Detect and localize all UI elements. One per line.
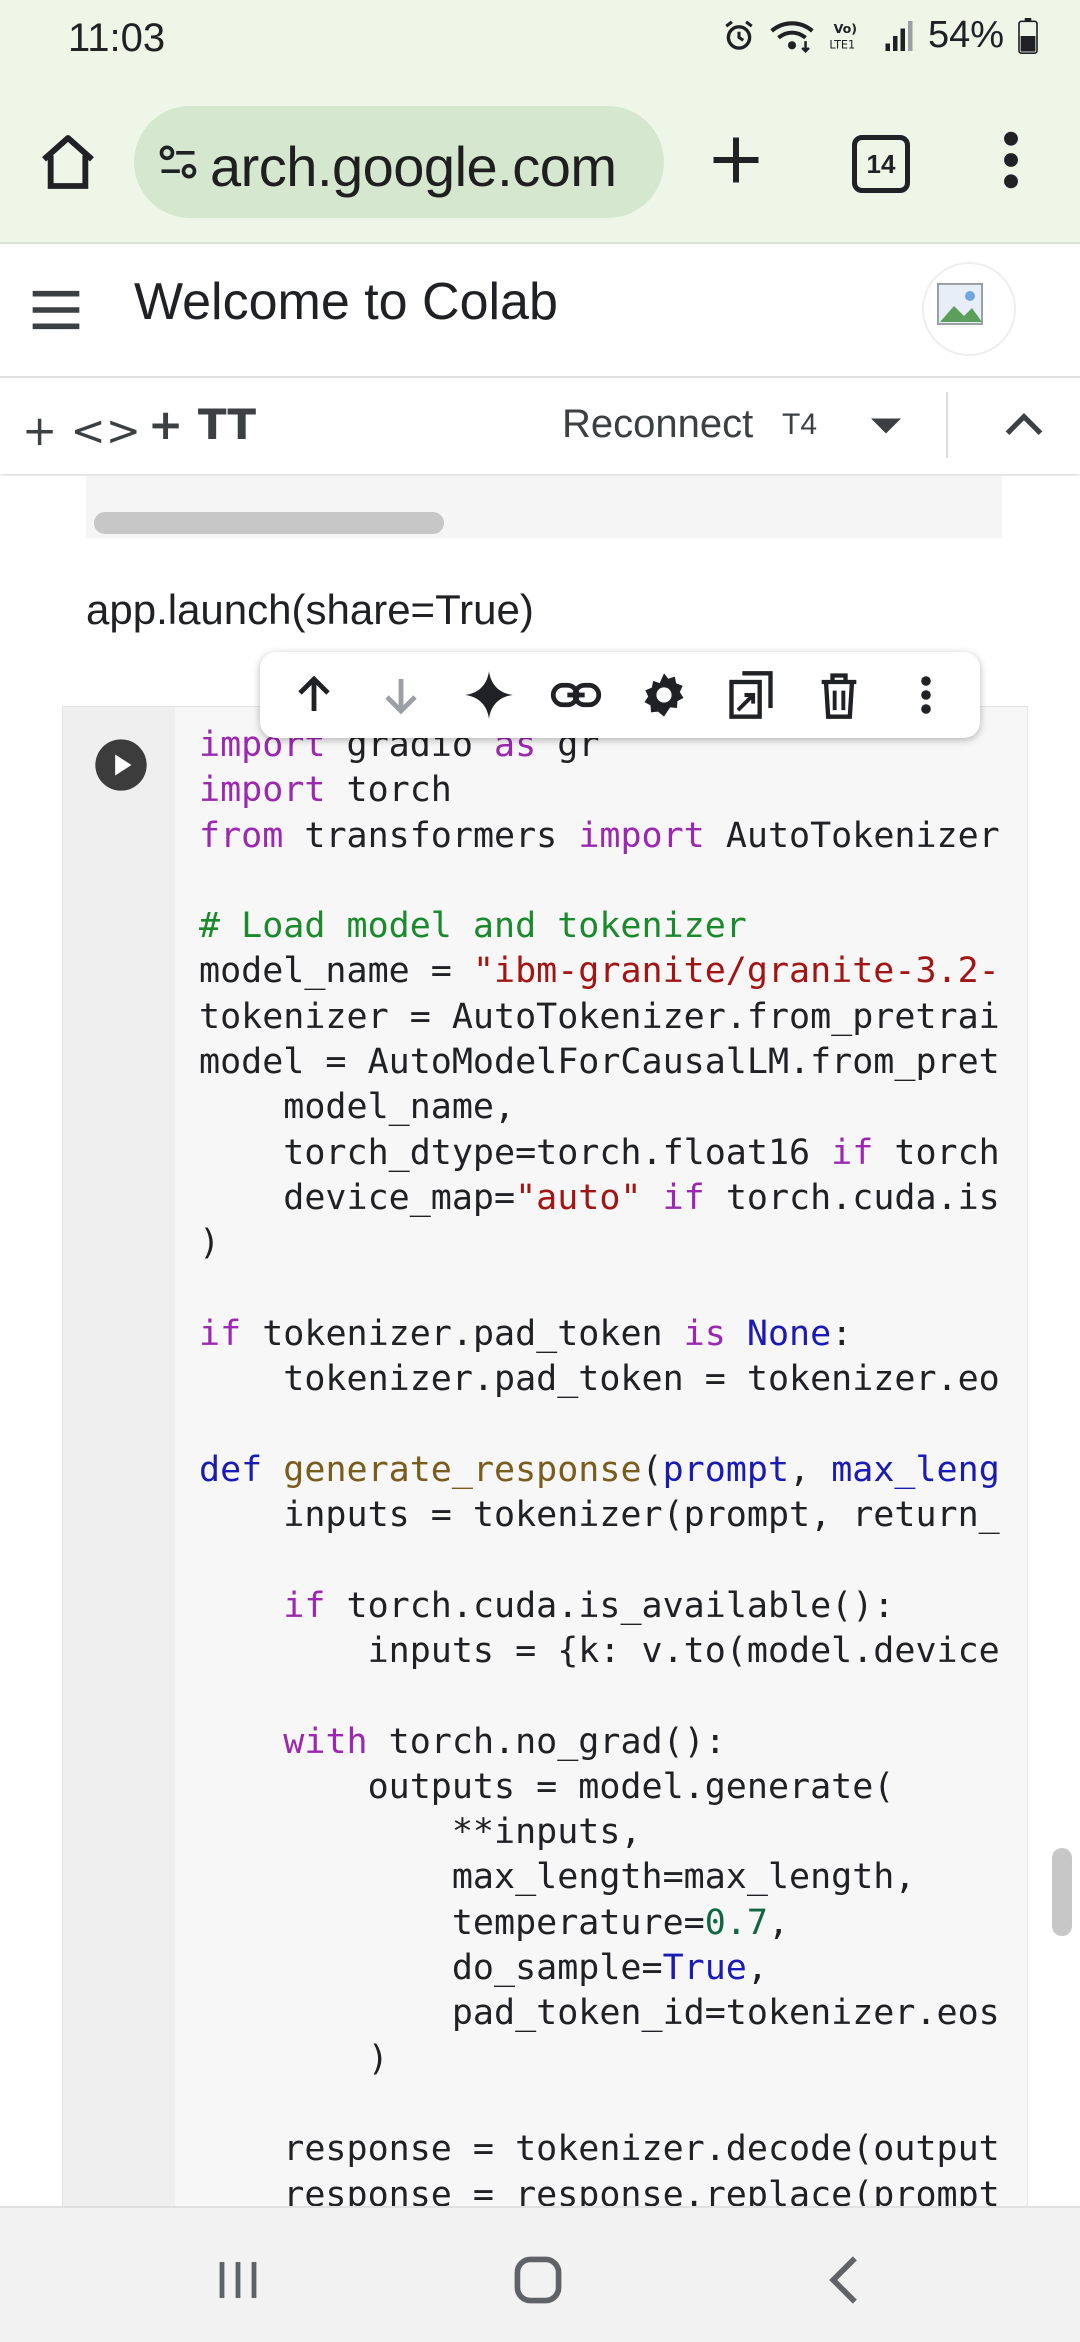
code-line: response = tokenizer.decode(output <box>199 2129 1000 2170</box>
notebook-area[interactable]: app.launch(share=True) import gradio as … <box>0 476 1080 2206</box>
volte-icon: Vo) LTE1 <box>828 19 870 53</box>
colab-toolbar: + <> + TT Reconnect T4 <box>0 378 1080 474</box>
alarm-icon <box>722 19 756 53</box>
add-code-cell-button[interactable]: + <> <box>22 406 141 455</box>
code-line: max_length=max_length, <box>199 1857 916 1898</box>
toolbar-divider <box>946 392 948 458</box>
code-line: inputs = tokenizer(prompt, return_ <box>199 1495 1000 1536</box>
code-editor[interactable]: import gradio as gr import torch from tr… <box>199 723 1027 2206</box>
menu-icon[interactable] <box>28 284 84 341</box>
avatar[interactable] <box>922 262 1016 356</box>
horizontal-scrollbar[interactable] <box>94 512 444 534</box>
svg-text:LTE1: LTE1 <box>829 38 855 51</box>
code-line: # Load model and tokenizer <box>199 906 747 947</box>
cell-gutter <box>63 707 175 2206</box>
code-line: temperature=0.7, <box>199 1902 790 1943</box>
move-up-icon[interactable] <box>282 663 346 727</box>
url-text[interactable]: arch.google.com <box>210 134 617 199</box>
code-line: ) <box>199 2038 389 2079</box>
home-icon[interactable] <box>36 130 100 194</box>
more-vert-icon[interactable] <box>996 128 1026 197</box>
code-line: device_map="auto" if torch.cuda.is <box>199 1177 1000 1218</box>
move-down-icon[interactable] <box>369 663 433 727</box>
run-cell-button[interactable] <box>93 737 149 798</box>
code-line: tokenizer = AutoTokenizer.from_pretrai <box>199 996 1000 1037</box>
colab-header: Welcome to Colab <box>0 244 1080 378</box>
caret-down-icon[interactable] <box>868 414 904 443</box>
code-line: def generate_response(prompt, max_leng <box>199 1449 1000 1490</box>
add-text-cell-button[interactable]: + TT <box>148 400 256 449</box>
code-line: with torch.no_grad(): <box>283 1721 726 1762</box>
code-line: outputs = model.generate( <box>199 1766 895 1807</box>
status-bar: 11:03 Vo) LTE1 54% <box>0 0 1080 80</box>
back-icon[interactable] <box>826 2254 862 2311</box>
delete-icon[interactable] <box>807 663 871 727</box>
vertical-scrollbar[interactable] <box>1052 1848 1072 1936</box>
code-line: **inputs, <box>199 1812 642 1853</box>
status-time: 11:03 <box>68 16 166 60</box>
code-line: model = AutoModelForCausalLM.from_pret <box>199 1042 1000 1083</box>
code-line: if tokenizer.pad_token is None: <box>199 1313 853 1354</box>
code-line: model_name = "ibm-granite/granite-3.2- <box>199 951 1000 992</box>
svg-text:Vo): Vo) <box>834 21 857 36</box>
address-bar[interactable]: arch.google.com <box>134 106 664 218</box>
link-icon[interactable] <box>544 663 608 727</box>
settings-icon[interactable] <box>632 663 696 727</box>
runtime-type-label[interactable]: T4 <box>782 408 817 442</box>
chevron-up-icon[interactable] <box>1002 408 1046 445</box>
code-cell[interactable]: import gradio as gr import torch from tr… <box>62 706 1028 2206</box>
code-line: do_sample=True, <box>199 1948 768 1989</box>
site-settings-icon[interactable] <box>156 140 200 189</box>
recents-icon[interactable] <box>216 2258 260 2307</box>
code-line: tokenizer.pad_token = tokenizer.eo <box>199 1359 1000 1400</box>
mirror-cell-icon[interactable] <box>719 663 783 727</box>
system-navigation-bar <box>0 2206 1080 2342</box>
text-cell[interactable]: app.launch(share=True) <box>86 586 534 634</box>
code-line: model_name, <box>199 1087 516 1128</box>
code-line: import torch <box>199 770 452 811</box>
signal-icon <box>884 19 914 53</box>
code-line: ) <box>199 1223 221 1264</box>
wifi-icon <box>770 19 814 53</box>
more-vert-icon[interactable] <box>894 663 958 727</box>
code-line: from transformers import AutoTokenizer <box>199 815 1000 856</box>
code-line: inputs = {k: v.to(model.device <box>199 1630 1000 1671</box>
new-tab-icon[interactable] <box>706 130 766 195</box>
code-line: response = response.replace(prompt <box>199 2174 1000 2207</box>
browser-toolbar: arch.google.com 14 <box>0 80 1080 244</box>
battery-percent: 54% <box>927 14 1004 56</box>
status-icons: Vo) LTE1 54% <box>722 14 1038 57</box>
code-line: if torch.cuda.is_available(): <box>283 1585 895 1626</box>
notebook-title[interactable]: Welcome to Colab <box>134 272 558 332</box>
gemini-icon[interactable] <box>457 663 521 727</box>
tabs-icon[interactable]: 14 <box>852 135 910 193</box>
reconnect-button[interactable]: Reconnect <box>562 402 753 447</box>
code-line: torch_dtype=torch.float16 if torch <box>199 1132 1000 1173</box>
code-line: pad_token_id=tokenizer.eos <box>199 1993 1000 2034</box>
nav-home-icon[interactable] <box>512 2254 564 2311</box>
battery-icon <box>1018 17 1038 54</box>
cell-toolbar <box>260 652 980 738</box>
